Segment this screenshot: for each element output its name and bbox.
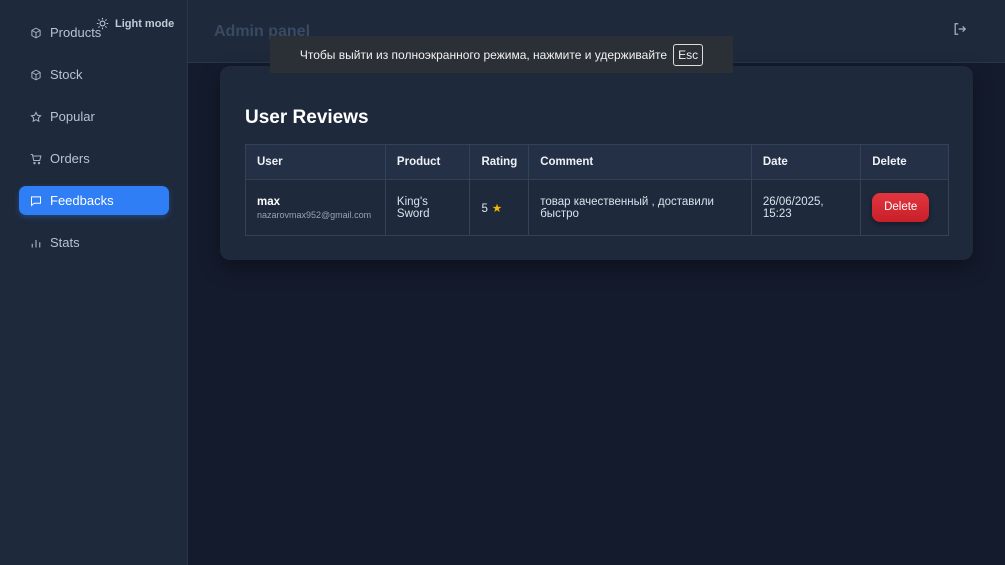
bar-chart-icon [30,237,42,249]
sidebar-item-popular[interactable]: Popular [19,102,169,131]
cart-icon [30,153,42,165]
column-header-product: Product [384,144,471,180]
rating-value: 5 [481,202,488,215]
star-icon: ★ [491,202,503,215]
column-header-delete: Delete [860,144,949,180]
fullscreen-notice-text: Чтобы выйти из полноэкранного режима, на… [299,47,668,62]
logout-icon[interactable] [953,22,967,36]
star-icon [30,110,42,123]
sidebar-item-stats[interactable]: Stats [19,228,169,257]
chat-icon [30,195,42,207]
sidebar-item-products[interactable]: Products [19,18,169,47]
rating-cell: 5 ★ [469,179,530,236]
sidebar-item-label: Products [50,25,102,40]
sidebar-item-label: Stats [50,235,80,250]
table-row: max nazarovmax952@gmail.com King's Sword… [245,179,949,236]
product-cell: King's Sword [384,179,471,236]
delete-button[interactable]: Delete [872,193,930,222]
user-cell: max nazarovmax952@gmail.com [245,179,386,236]
box-icon [30,69,42,81]
comment-cell: товар качественный , доставили быстро [528,179,752,236]
fullscreen-notice: Чтобы выйти из полноэкранного режима, на… [270,36,733,73]
sidebar-item-stock[interactable]: Stock [19,60,169,89]
sidebar-item-feedbacks[interactable]: Feedbacks [19,186,169,215]
table-header-row: User Product Rating Comment Date Delete [245,144,949,180]
delete-cell: Delete [860,179,949,236]
sidebar: Light mode Products Stock Popular Orders [0,0,188,565]
sidebar-item-label: Stock [50,67,83,82]
reviews-card: User Reviews User Product Rating Comment… [220,66,973,260]
reviews-title: User Reviews [245,107,369,128]
date-cell: 26/06/2025, 15:23 [750,179,862,236]
reviews-table: User Product Rating Comment Date Delete … [245,144,949,236]
sidebar-item-label: Feedbacks [50,193,114,208]
user-email: nazarovmax952@gmail.com [257,209,372,220]
sidebar-item-label: Popular [50,109,95,124]
column-header-user: User [245,144,386,180]
column-header-comment: Comment [528,144,752,180]
box-icon [30,27,42,39]
sidebar-item-label: Orders [50,151,90,166]
app: Light mode Products Stock Popular Orders [0,0,1005,565]
esc-key-badge: Esc [673,43,704,66]
user-name: max [257,195,281,208]
sidebar-item-orders[interactable]: Orders [19,144,169,173]
column-header-date: Date [750,144,862,180]
column-header-rating: Rating [469,144,530,180]
